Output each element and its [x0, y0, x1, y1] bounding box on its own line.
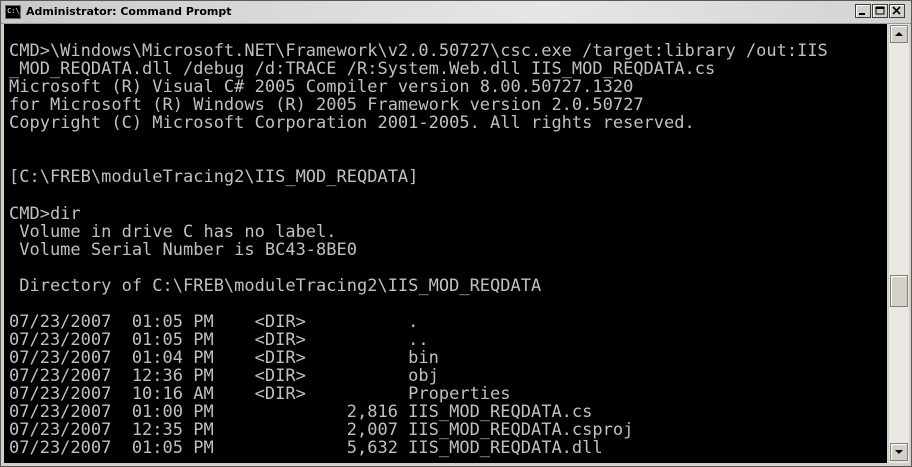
- console-line: [C:\FREB\moduleTracing2\IIS_MOD_REQDATA]: [9, 167, 419, 188]
- console-output[interactable]: CMD>\Windows\Microsoft.NET\Framework\v2.…: [4, 24, 887, 463]
- scroll-down-button[interactable]: [890, 443, 908, 461]
- minimize-button[interactable]: [855, 4, 871, 18]
- command-prompt-window: C:\_ Administrator: Command Prompt CMD>\…: [0, 0, 912, 467]
- minimize-icon: [859, 13, 865, 15]
- maximize-button[interactable]: [872, 4, 888, 18]
- scroll-up-button[interactable]: [890, 25, 908, 43]
- console-line: 07/23/2007 01:05 PM 5,632 IIS_MOD_REQDAT…: [9, 438, 603, 459]
- scroll-thumb[interactable]: [890, 274, 908, 307]
- console-line: 07/23/2007 01:05 PM <DIR> .: [9, 311, 419, 332]
- console-line: 07/23/2007 12:35 PM 2,007 IIS_MOD_REQDAT…: [9, 420, 634, 441]
- console-line: CMD>dir: [9, 203, 81, 224]
- close-button[interactable]: [889, 4, 905, 18]
- console-line: 07/23/2007 10:16 AM <DIR> Properties: [9, 384, 511, 404]
- console-line: for Microsoft (R) Windows (R) 2005 Frame…: [9, 95, 644, 116]
- arrow-down-icon: [895, 450, 903, 454]
- console-line: 07/23/2007 01:04 PM <DIR> bin: [9, 347, 439, 368]
- window-title: Administrator: Command Prompt: [26, 5, 232, 18]
- maximize-icon: [875, 6, 885, 15]
- command-prompt-icon[interactable]: C:\_: [5, 5, 24, 19]
- console-line: 07/23/2007 01:00 PM 2,816 IIS_MOD_REQDAT…: [9, 402, 593, 423]
- console-line: _MOD_REQDATA.dll /debug /d:TRACE /R:Syst…: [9, 59, 716, 80]
- console-line: Volume Serial Number is BC43-8BE0: [9, 239, 357, 260]
- console-line: Microsoft (R) Visual C# 2005 Compiler ve…: [9, 77, 634, 98]
- console-line: Copyright (C) Microsoft Corporation 2001…: [9, 113, 695, 134]
- title-bar[interactable]: C:\_ Administrator: Command Prompt: [1, 1, 911, 24]
- close-icon: [892, 6, 901, 15]
- console-line: 07/23/2007 01:05 PM <DIR> ..: [9, 329, 429, 350]
- console-line: Volume in drive C has no label.: [9, 221, 337, 242]
- vertical-scrollbar[interactable]: [888, 24, 909, 463]
- console-line: CMD>\Windows\Microsoft.NET\Framework\v2.…: [9, 41, 828, 62]
- console-line: 07/23/2007 12:36 PM <DIR> obj: [9, 365, 439, 386]
- app-icon-text: C:\_: [7, 7, 24, 15]
- console-line: Directory of C:\FREB\moduleTracing2\IIS_…: [9, 275, 542, 296]
- arrow-up-icon: [895, 32, 903, 36]
